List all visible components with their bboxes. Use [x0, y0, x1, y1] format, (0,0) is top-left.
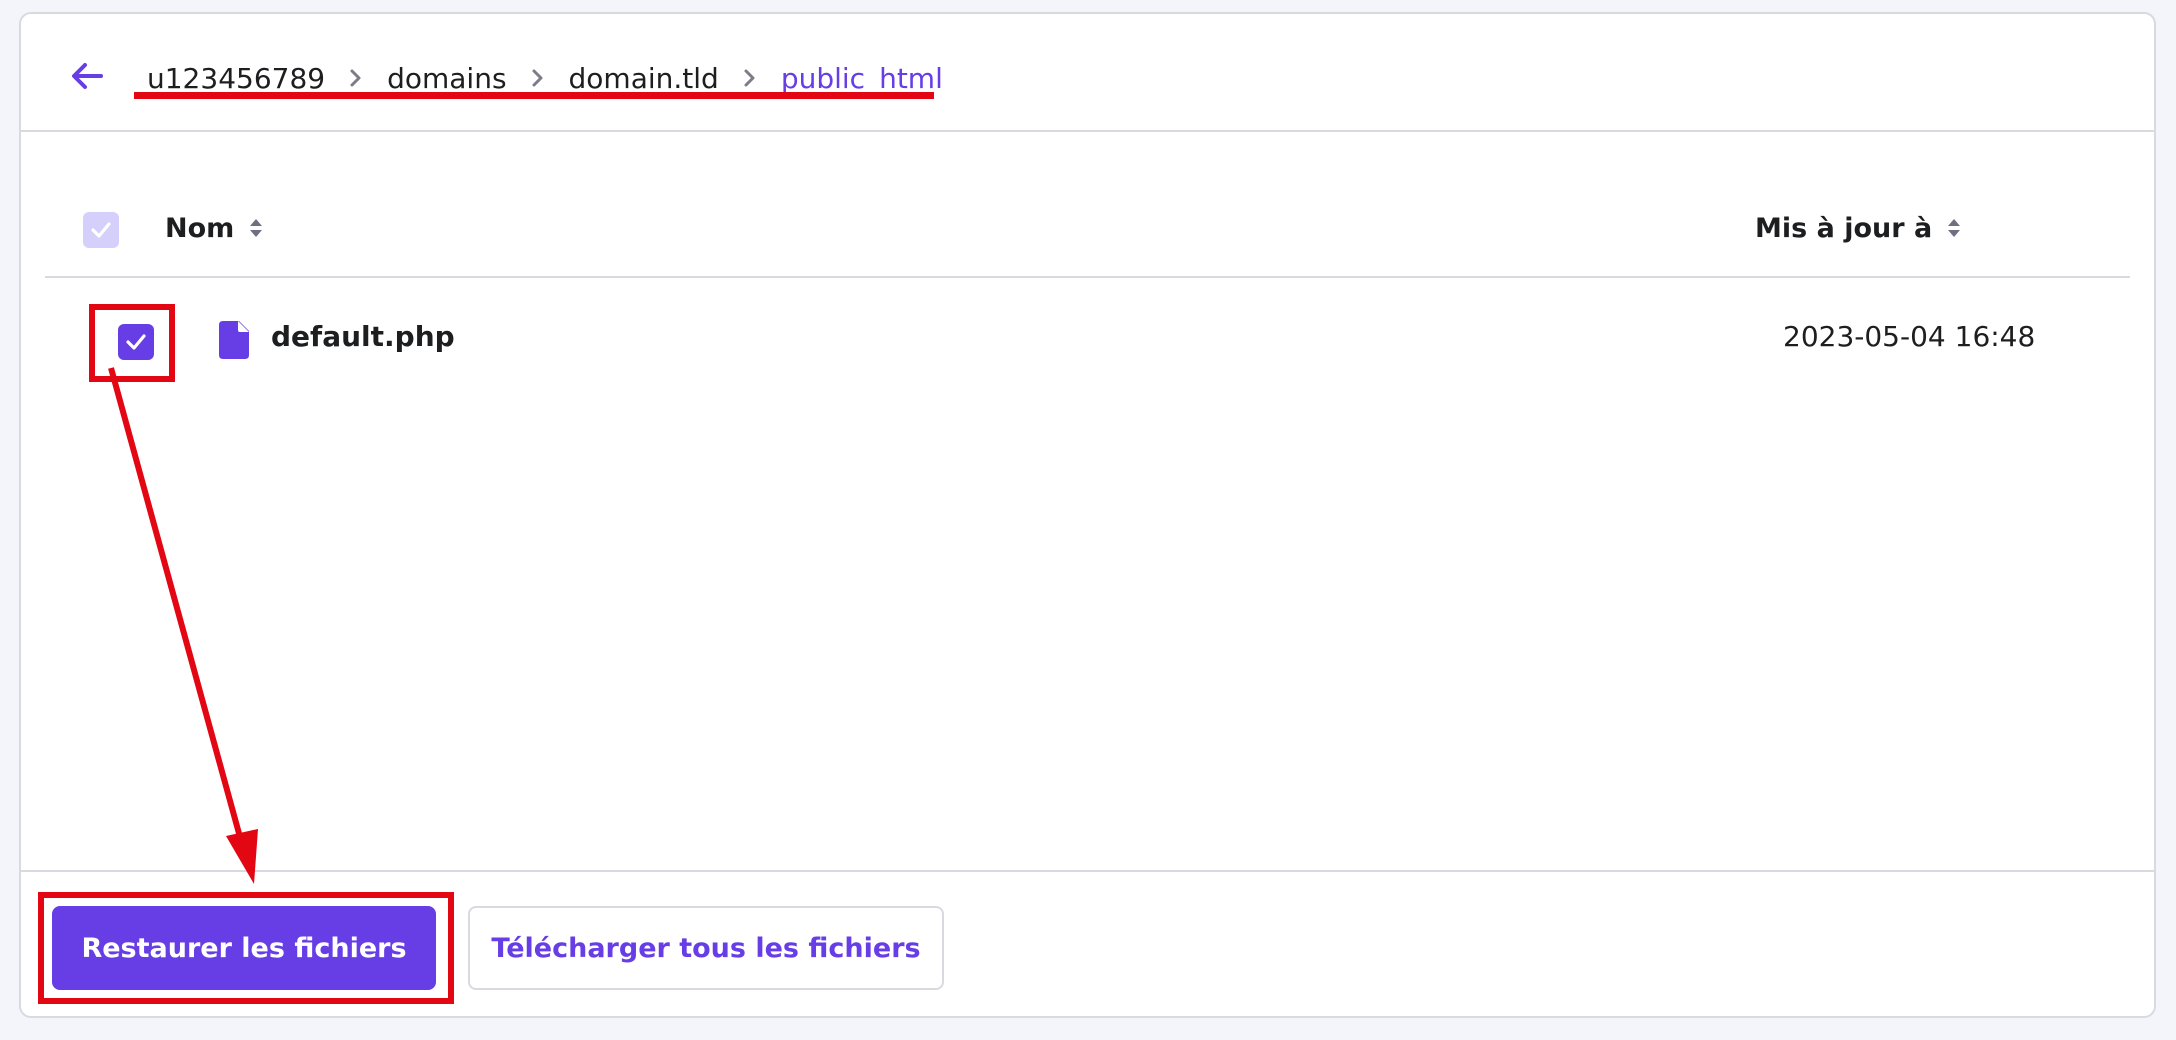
select-all-checkbox[interactable] — [83, 212, 119, 248]
breadcrumb-item-user[interactable]: u123456789 — [147, 62, 325, 95]
restore-files-button[interactable]: Restaurer les fichiers — [52, 906, 436, 990]
table-header: Nom Mis à jour à — [45, 174, 2130, 278]
header: u123456789 domains domain.tld public_htm… — [21, 14, 2154, 132]
column-header-updated-label: Mis à jour à — [1755, 212, 1933, 244]
column-header-name[interactable]: Nom — [165, 206, 264, 250]
row-checkbox[interactable] — [118, 324, 154, 360]
file-restore-panel: u123456789 domains domain.tld public_htm… — [19, 12, 2156, 1018]
table-row[interactable]: default.php 2023-05-04 16:48 — [45, 278, 2130, 398]
action-footer: Restaurer les fichiers Télécharger tous … — [21, 870, 2154, 1016]
sort-icon — [1946, 217, 1962, 239]
chevron-right-icon — [349, 68, 363, 88]
chevron-right-icon — [743, 68, 757, 88]
breadcrumb-item-current: public_html — [780, 61, 943, 95]
breadcrumb-item-domains[interactable]: domains — [387, 62, 506, 95]
checkmark-icon — [91, 222, 111, 238]
breadcrumb-item-domain[interactable]: domain.tld — [569, 62, 719, 95]
back-button[interactable] — [63, 52, 111, 100]
column-header-updated[interactable]: Mis à jour à — [1755, 206, 1962, 250]
checkmark-icon — [126, 334, 146, 350]
column-header-name-label: Nom — [165, 212, 235, 244]
download-all-files-button[interactable]: Télécharger tous les fichiers — [468, 906, 944, 990]
file-name[interactable]: default.php — [271, 320, 455, 353]
arrow-left-icon — [72, 63, 103, 89]
sort-icon — [248, 217, 264, 239]
file-icon — [219, 321, 249, 359]
breadcrumb: u123456789 domains domain.tld public_htm… — [147, 58, 943, 98]
file-updated-date: 2023-05-04 16:48 — [1783, 320, 2036, 353]
chevron-right-icon — [531, 68, 545, 88]
